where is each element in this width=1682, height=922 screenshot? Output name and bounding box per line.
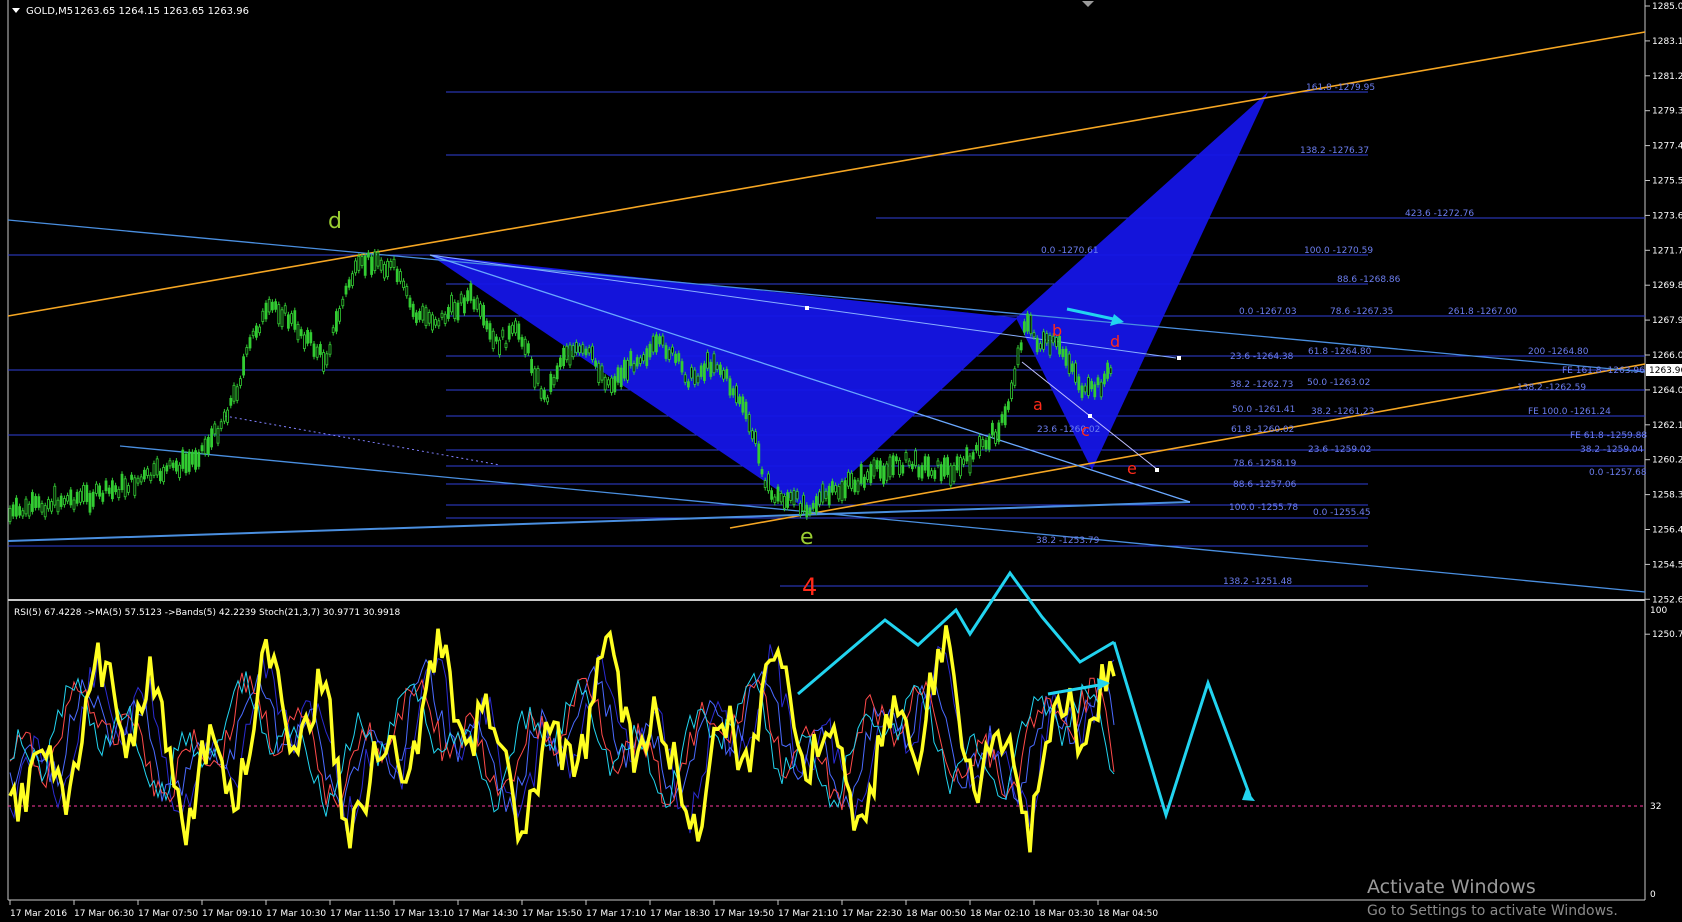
fib-label: 61.8 -1260.02 bbox=[1231, 425, 1294, 435]
price-tick-label: 1252.65 bbox=[1652, 595, 1682, 605]
fib-label: 138.2 -1251.48 bbox=[1223, 577, 1292, 587]
fib-label: 38.2 -1262.73 bbox=[1230, 380, 1293, 390]
price-tick-label: 1254.55 bbox=[1652, 560, 1682, 570]
fib-label: 78.6 -1267.35 bbox=[1330, 307, 1393, 317]
fib-label: 50.0 -1261.41 bbox=[1232, 405, 1295, 415]
anchor-point[interactable] bbox=[1177, 356, 1181, 360]
fib-label: 38.2 -1253.79 bbox=[1036, 536, 1100, 546]
wave-label-a: a bbox=[1033, 395, 1043, 414]
fib-label: FE 100.0 -1261.24 bbox=[1528, 407, 1611, 417]
wave-label-4: 4 bbox=[802, 573, 817, 601]
fib-label: 138.2 -1276.37 bbox=[1300, 146, 1369, 156]
fib-label: 200 -1264.80 bbox=[1528, 347, 1589, 357]
wave-label-d: d bbox=[328, 209, 342, 234]
fib-label: 23.6 -1264.38 bbox=[1230, 352, 1294, 362]
fib-label: 138.2 -1262.59 bbox=[1517, 383, 1586, 393]
fib-label: 0.0 -1257.68 bbox=[1589, 468, 1647, 478]
price-tick-label: 1273.60 bbox=[1652, 211, 1682, 221]
fib-label: 88.6 -1257.06 bbox=[1233, 480, 1297, 490]
fib-label: FE 61.8 -1259.88 bbox=[1570, 431, 1647, 441]
time-tick-label: 17 Mar 22:30 bbox=[842, 909, 902, 919]
fib-label: 38.2 -1261.23 bbox=[1311, 407, 1374, 417]
time-tick-label: 17 Mar 15:50 bbox=[522, 909, 582, 919]
ohlc-values: 1263.65 1264.15 1263.65 1263.96 bbox=[74, 6, 249, 17]
price-tick-label: 1258.35 bbox=[1652, 491, 1682, 501]
activate-windows-title: Activate Windows bbox=[1367, 876, 1536, 898]
symbol-label: GOLD,M5 bbox=[26, 6, 73, 17]
price-tick-label: 1275.50 bbox=[1652, 177, 1682, 187]
fib-label: 23.6 -1259.02 bbox=[1308, 445, 1371, 455]
time-tick-label: 17 Mar 11:50 bbox=[330, 909, 390, 919]
fib-label: 0.0 -1267.03 bbox=[1239, 307, 1297, 317]
price-tick-label: 1271.70 bbox=[1652, 246, 1682, 256]
indicator-axis-100: 100 bbox=[1650, 606, 1667, 616]
price-tick-label: 1260.25 bbox=[1652, 456, 1682, 466]
price-tick-label: 1262.15 bbox=[1652, 421, 1682, 431]
price-tick-label: 1283.15 bbox=[1652, 37, 1682, 47]
price-tick-label: 1279.35 bbox=[1652, 107, 1682, 117]
price-tick-label: 1267.90 bbox=[1652, 316, 1682, 326]
anchor-point[interactable] bbox=[805, 306, 809, 310]
price-tick-label: 1277.40 bbox=[1652, 142, 1682, 152]
time-tick-label: 17 Mar 18:30 bbox=[650, 909, 710, 919]
price-tick-label: 1250.75 bbox=[1652, 630, 1682, 640]
time-tick-label: 17 Mar 13:10 bbox=[394, 909, 454, 919]
fib-label: 78.6 -1258.19 bbox=[1233, 459, 1297, 469]
fib-label: 423.6 -1272.76 bbox=[1405, 209, 1474, 219]
time-tick-label: 17 Mar 17:10 bbox=[586, 909, 646, 919]
fib-label: 100.0 -1270.59 bbox=[1304, 246, 1373, 256]
fib-label: 261.8 -1267.00 bbox=[1448, 307, 1517, 317]
time-tick-label: 17 Mar 21:10 bbox=[778, 909, 838, 919]
time-tick-label: 17 Mar 19:50 bbox=[714, 909, 774, 919]
fib-label: 23.6 -1260.02 bbox=[1037, 425, 1100, 435]
wave-label-c: c bbox=[1081, 421, 1090, 440]
current-price-value: 1263.96 bbox=[1649, 366, 1682, 376]
time-tick-label: 17 Mar 14:30 bbox=[458, 909, 518, 919]
fib-label: 50.0 -1263.02 bbox=[1307, 378, 1370, 388]
price-tick-label: 1285.05 bbox=[1652, 2, 1682, 12]
time-tick-label: 18 Mar 00:50 bbox=[906, 909, 966, 919]
time-tick-label: 17 Mar 06:30 bbox=[74, 909, 134, 919]
time-tick-label: 18 Mar 02:10 bbox=[970, 909, 1030, 919]
fib-label: 38.2 -1259.04 bbox=[1580, 445, 1644, 455]
time-tick-label: 17 Mar 07:50 bbox=[138, 909, 198, 919]
indicator-label: RSI(5) 67.4228 ->MA(5) 57.5123 ->Bands(5… bbox=[14, 608, 400, 618]
wave-label-d-red: d bbox=[1110, 332, 1120, 351]
time-tick-label: 18 Mar 03:30 bbox=[1034, 909, 1094, 919]
time-tick-label: 17 Mar 2016 bbox=[10, 909, 67, 919]
price-tick-label: 1264.05 bbox=[1652, 386, 1682, 396]
price-tick-label: 1256.45 bbox=[1652, 526, 1682, 536]
indicator-axis-32: 32 bbox=[1650, 802, 1661, 812]
fib-label: 0.0 -1270.61 bbox=[1041, 246, 1099, 256]
fib-label: FE 161.8 -1263.96 bbox=[1562, 366, 1645, 376]
trading-chart[interactable]: GOLD,M5 1263.65 1264.15 1263.65 1263.96 … bbox=[0, 0, 1682, 922]
wave-label-e: e bbox=[800, 525, 814, 550]
time-tick-label: 18 Mar 04:50 bbox=[1098, 909, 1158, 919]
fib-label: 100.0 -1255.78 bbox=[1229, 503, 1298, 513]
price-tick-label: 1281.25 bbox=[1652, 72, 1682, 82]
fib-label: 0.0 -1255.45 bbox=[1313, 508, 1371, 518]
wave-label-b: b bbox=[1052, 321, 1062, 340]
price-tick-label: 1269.80 bbox=[1652, 281, 1682, 291]
time-tick-label: 17 Mar 10:30 bbox=[266, 909, 326, 919]
fib-label: 88.6 -1268.86 bbox=[1337, 275, 1401, 285]
fib-label: 161.8 -1279.95 bbox=[1306, 83, 1375, 93]
activate-windows-subtitle: Go to Settings to activate Windows. bbox=[1367, 903, 1618, 919]
anchor-point[interactable] bbox=[1155, 468, 1159, 472]
anchor-point[interactable] bbox=[1088, 414, 1092, 418]
indicator-axis-0: 0 bbox=[1650, 890, 1656, 900]
fib-label: 61.8 -1264.80 bbox=[1308, 347, 1372, 357]
price-tick-label: 1266.00 bbox=[1652, 351, 1682, 361]
wave-label-e-red: e bbox=[1127, 459, 1137, 478]
time-tick-label: 17 Mar 09:10 bbox=[202, 909, 262, 919]
